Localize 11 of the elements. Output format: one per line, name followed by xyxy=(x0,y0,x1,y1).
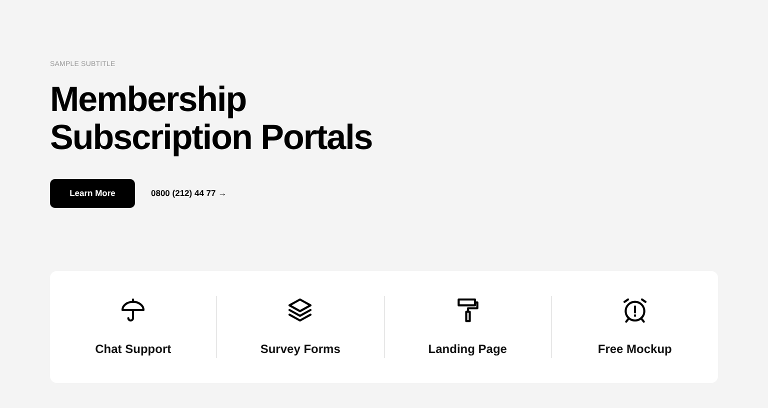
feature-label: Landing Page xyxy=(428,341,507,358)
feature-label: Survey Forms xyxy=(260,341,340,358)
layers-icon xyxy=(286,296,314,324)
feature-label: Free Mockup xyxy=(598,341,672,358)
learn-more-button[interactable]: Learn More xyxy=(50,179,135,208)
alarm-clock-icon xyxy=(620,296,649,324)
feature-label: Chat Support xyxy=(95,341,172,358)
phone-link[interactable]: 0800 (212) 44 77 → xyxy=(151,187,227,200)
umbrella-icon xyxy=(119,296,148,324)
heading-line: Subscription Portals xyxy=(50,119,372,157)
heading-line: Membership xyxy=(50,81,246,119)
